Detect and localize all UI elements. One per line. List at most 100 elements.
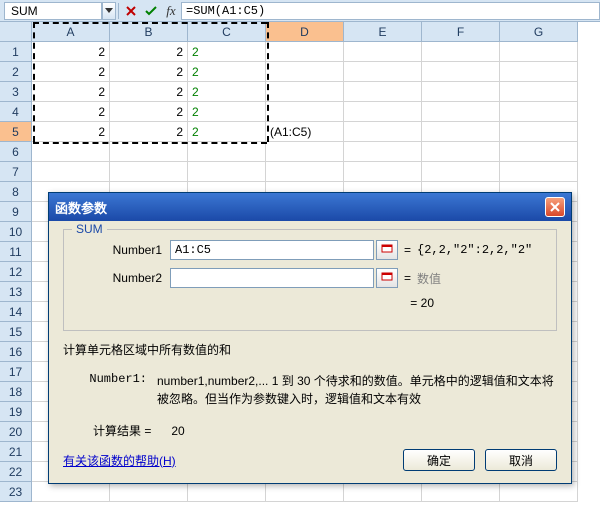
row-header[interactable]: 18 <box>0 382 32 402</box>
cell[interactable] <box>344 42 422 62</box>
row-header[interactable]: 20 <box>0 422 32 442</box>
ok-button[interactable]: 确定 <box>403 449 475 471</box>
enter-formula-icon[interactable] <box>141 1 161 21</box>
row-header[interactable]: 1 <box>0 42 32 62</box>
cell[interactable] <box>500 62 578 82</box>
cell[interactable] <box>188 162 266 182</box>
cell[interactable]: 2 <box>110 82 188 102</box>
cell[interactable]: 2 <box>110 42 188 62</box>
cancel-formula-icon[interactable] <box>121 1 141 21</box>
cell[interactable] <box>32 162 110 182</box>
cell[interactable] <box>422 102 500 122</box>
row-header[interactable]: 9 <box>0 202 32 222</box>
col-header-A[interactable]: A <box>32 22 110 42</box>
cell[interactable] <box>32 142 110 162</box>
row-header[interactable]: 2 <box>0 62 32 82</box>
cell[interactable] <box>422 122 500 142</box>
cell[interactable]: 2 <box>188 122 266 142</box>
cell[interactable]: 2 <box>188 102 266 122</box>
cell[interactable] <box>110 142 188 162</box>
cell[interactable] <box>500 482 578 502</box>
cell[interactable] <box>422 162 500 182</box>
row-header[interactable]: 13 <box>0 282 32 302</box>
cell[interactable] <box>266 82 344 102</box>
cell[interactable] <box>500 82 578 102</box>
name-box[interactable]: SUM <box>4 2 102 20</box>
row-header[interactable]: 14 <box>0 302 32 322</box>
select-all-corner[interactable] <box>0 22 32 42</box>
cell[interactable]: 2 <box>32 122 110 142</box>
cell[interactable] <box>500 162 578 182</box>
row-header[interactable]: 15 <box>0 322 32 342</box>
cell[interactable] <box>344 82 422 102</box>
cell[interactable]: 2 <box>188 62 266 82</box>
cell[interactable] <box>188 482 266 502</box>
row-header[interactable]: 19 <box>0 402 32 422</box>
cell[interactable] <box>344 122 422 142</box>
col-header-G[interactable]: G <box>500 22 578 42</box>
cancel-button[interactable]: 取消 <box>485 449 557 471</box>
cell[interactable]: 2 <box>110 62 188 82</box>
cell[interactable] <box>266 142 344 162</box>
cell[interactable]: (A1:C5) <box>266 122 344 142</box>
cell[interactable]: 2 <box>32 82 110 102</box>
cell[interactable] <box>110 482 188 502</box>
col-header-E[interactable]: E <box>344 22 422 42</box>
cell[interactable] <box>422 82 500 102</box>
cell[interactable]: 2 <box>32 62 110 82</box>
row-header[interactable]: 11 <box>0 242 32 262</box>
cell[interactable] <box>500 102 578 122</box>
cell[interactable] <box>344 162 422 182</box>
row-header[interactable]: 17 <box>0 362 32 382</box>
row-header[interactable]: 5 <box>0 122 32 142</box>
cell[interactable] <box>344 62 422 82</box>
help-link[interactable]: 有关该函数的帮助(H) <box>63 452 176 469</box>
cell[interactable] <box>344 142 422 162</box>
cell[interactable] <box>422 142 500 162</box>
cell[interactable] <box>500 142 578 162</box>
col-header-C[interactable]: C <box>188 22 266 42</box>
cell[interactable] <box>32 482 110 502</box>
cell[interactable]: 2 <box>110 102 188 122</box>
row-header[interactable]: 4 <box>0 102 32 122</box>
dialog-titlebar[interactable]: 函数参数 <box>49 193 571 221</box>
row-header[interactable]: 3 <box>0 82 32 102</box>
cell[interactable] <box>266 62 344 82</box>
cell[interactable] <box>110 162 188 182</box>
cell[interactable] <box>500 42 578 62</box>
cell[interactable] <box>266 102 344 122</box>
cell[interactable] <box>344 482 422 502</box>
row-header[interactable]: 12 <box>0 262 32 282</box>
row-header[interactable]: 7 <box>0 162 32 182</box>
cell[interactable] <box>266 482 344 502</box>
cell[interactable]: 2 <box>32 102 110 122</box>
cell[interactable] <box>422 62 500 82</box>
cell[interactable] <box>422 42 500 62</box>
param2-ref-button[interactable] <box>376 268 398 288</box>
row-header[interactable]: 16 <box>0 342 32 362</box>
col-header-F[interactable]: F <box>422 22 500 42</box>
cell[interactable] <box>188 142 266 162</box>
cell[interactable] <box>266 42 344 62</box>
row-header[interactable]: 23 <box>0 482 32 502</box>
cell[interactable]: 2 <box>32 42 110 62</box>
row-header[interactable]: 8 <box>0 182 32 202</box>
row-header[interactable]: 21 <box>0 442 32 462</box>
cell[interactable] <box>266 162 344 182</box>
cell[interactable] <box>344 102 422 122</box>
cell[interactable] <box>500 122 578 142</box>
param1-ref-button[interactable] <box>376 240 398 260</box>
close-button[interactable] <box>545 197 565 217</box>
cell[interactable]: 2 <box>188 82 266 102</box>
cell[interactable] <box>422 482 500 502</box>
name-dropdown-icon[interactable] <box>102 2 116 20</box>
col-header-D[interactable]: D <box>266 22 344 42</box>
fx-icon[interactable]: fx <box>161 1 181 21</box>
row-header[interactable]: 22 <box>0 462 32 482</box>
cell[interactable]: 2 <box>110 122 188 142</box>
col-header-B[interactable]: B <box>110 22 188 42</box>
formula-input[interactable]: =SUM(A1:C5) <box>181 2 600 20</box>
param1-input[interactable] <box>170 240 374 260</box>
cell[interactable]: 2 <box>188 42 266 62</box>
row-header[interactable]: 6 <box>0 142 32 162</box>
